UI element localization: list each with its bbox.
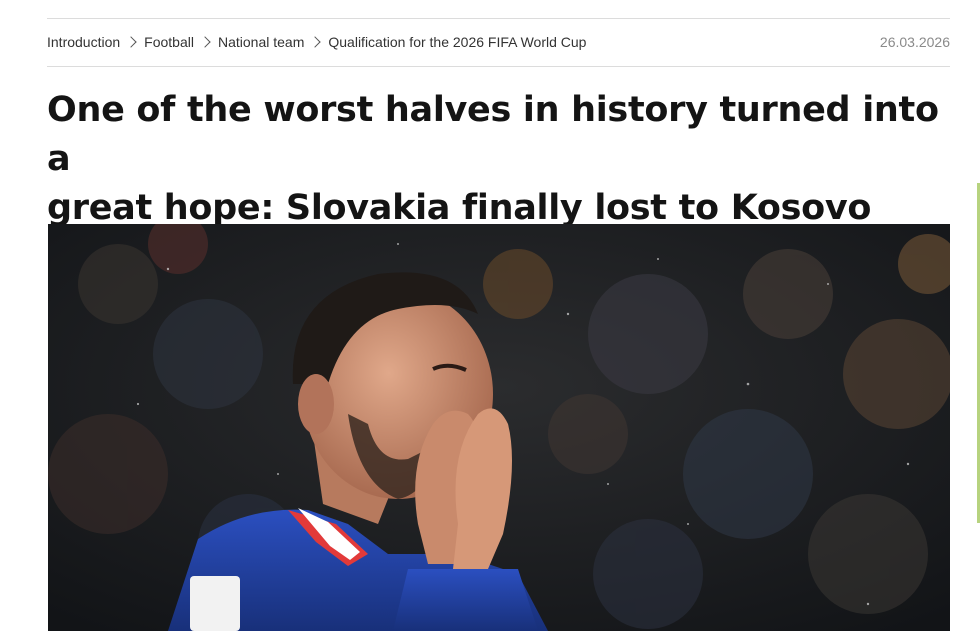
chevron-right-icon [309, 36, 322, 48]
breadcrumb-item-qualification[interactable]: Qualification for the 2026 FIFA World Cu… [328, 34, 586, 50]
headline-line-2: great hope: Slovakia finally lost to Kos… [47, 188, 872, 228]
headline-line-1: One of the worst halves in history turne… [47, 90, 939, 179]
hero-photo-illustration [48, 224, 950, 631]
header-divider [47, 66, 950, 67]
article-headline: One of the worst halves in history turne… [47, 86, 967, 233]
chevron-right-icon [125, 36, 137, 48]
article-page: Introduction Football National team Qual… [0, 0, 980, 631]
chevron-right-icon [199, 36, 211, 48]
publish-date: 26.03.2026 [879, 34, 950, 50]
breadcrumb-item-football[interactable]: Football [144, 34, 194, 50]
top-divider [47, 18, 950, 19]
breadcrumb-item-national-team[interactable]: National team [218, 34, 304, 50]
breadcrumb: Introduction Football National team Qual… [47, 34, 586, 50]
hero-image[interactable] [48, 224, 950, 631]
breadcrumb-item-introduction[interactable]: Introduction [47, 34, 120, 50]
